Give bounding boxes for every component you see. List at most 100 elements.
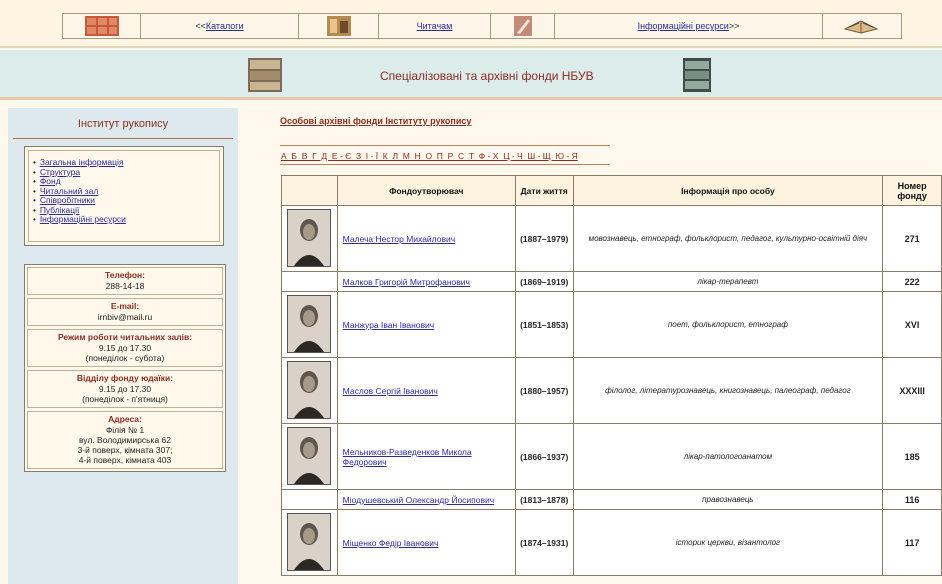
catalogs-label: Каталоги — [205, 21, 244, 31]
info-resources-label: Інформаційні ресурси — [637, 21, 729, 31]
address-line: Філія № 1 — [105, 425, 145, 435]
photo-cell — [281, 357, 338, 424]
judaica-hours-days: (понеділок - п'ятниця) — [82, 394, 168, 404]
alphabet-links[interactable]: А Б В Г Д Е - Є З І - Ї К Л М Н О П Р С … — [281, 151, 578, 161]
portrait-photo — [287, 209, 332, 267]
dates-cell: (1851–1853) — [514, 291, 574, 358]
info-cell: історик церкви, візантолог — [572, 509, 884, 576]
contact-email-heading: E-mail: — [110, 301, 140, 311]
founder-link[interactable]: Міодушевський Олександр Йосипович — [343, 495, 495, 505]
founder-link[interactable]: Малеча Нестор Михайлович — [343, 234, 456, 244]
info-resources-suffix: >> — [728, 21, 740, 31]
portrait-photo — [287, 513, 332, 571]
catalogs-nav-link[interactable]: << Каталоги — [141, 14, 299, 38]
founder-link[interactable]: Малков Григорій Митрофанович — [343, 277, 470, 287]
col-dates-header: Дати життя — [514, 175, 574, 206]
reading-hours-heading: Режим роботи читальних залів: — [57, 332, 193, 342]
menu-item-info-resources[interactable]: Інформаційні ресурси — [33, 214, 126, 225]
address-heading: Адреса: — [108, 414, 142, 424]
sidebar-title: Інститут рукопису — [77, 118, 169, 130]
fond-number-cell: 117 — [882, 509, 942, 576]
fond-number-cell: 222 — [882, 271, 942, 292]
portrait-photo — [287, 427, 332, 485]
top-bar: << Каталоги Читачам Інформаційні ресурси… — [0, 0, 942, 48]
dates-cell: (1869–1919) — [514, 271, 574, 292]
info-cell: правознавець — [572, 489, 884, 510]
library-shelves-icon — [248, 58, 282, 92]
col-founder-header: Фондоутворювач — [336, 175, 516, 206]
photo-cell — [281, 271, 338, 292]
contact-phone-heading: Телефон: — [105, 270, 145, 280]
dates-cell: (1813–1878) — [514, 489, 574, 510]
table-row: Міодушевський Олександр Йосипович (1813–1… — [281, 489, 942, 510]
contact-judaica-hours: Відділу фонду юдаїки: 9.15 до 17.30 (пон… — [27, 370, 223, 408]
portrait-photo — [287, 295, 332, 353]
contact-email: E-mail: irnbiv@mail.ru — [27, 298, 223, 326]
table-row: Малков Григорій Митрофанович (1869–1919) л… — [281, 271, 942, 292]
judaica-hours-time: 9.15 до 17.30 — [98, 384, 152, 394]
founder-link[interactable]: Маслов Сергій Іванович — [343, 386, 438, 396]
founder-cell: Маслов Сергій Іванович — [336, 357, 516, 424]
contact-reading-hours: Режим роботи читальних залів: 9.15 до 17… — [27, 329, 223, 367]
open-book-icon[interactable] — [823, 14, 901, 38]
info-cell: філолог, літературознавець, книгознавець… — [572, 357, 884, 424]
sidebar-divider — [13, 138, 233, 139]
founder-cell: Малков Григорій Митрофанович — [336, 271, 516, 292]
address-line: 3-й поверх, кімната 307; — [77, 445, 173, 455]
col-info-header: Інформація про особу — [572, 175, 884, 206]
sidebar-menu: Загальна інформація Структура Фонд Читал… — [24, 146, 224, 246]
dates-cell: (1874–1931) — [514, 509, 574, 576]
banner-title: Спеціалізовані та архівні фонди НБУВ — [380, 69, 594, 83]
founder-link[interactable]: Міщенко Федір Іванович — [343, 538, 439, 548]
alphabet-index: А Б В Г Д Е - Є З І - Ї К Л М Н О П Р С … — [280, 145, 610, 165]
info-cell: поет, фольклорист, етнограф — [572, 291, 884, 358]
reading-hours-time: 9.15 до 17.30 — [98, 343, 152, 353]
banner: Спеціалізовані та архівні фонди НБУВ — [0, 50, 942, 100]
top-navigation: << Каталоги Читачам Інформаційні ресурси… — [62, 13, 902, 39]
info-cell: лікар-терапевт — [572, 271, 884, 292]
photo-cell — [281, 291, 338, 358]
table-row: Малеча Нестор Михайлович (1887–1979) мовоз… — [281, 205, 942, 272]
photo-cell — [281, 509, 338, 576]
dates-cell: (1866–1937) — [514, 423, 574, 490]
readers-icon[interactable] — [299, 14, 379, 38]
fond-number-cell: 185 — [882, 423, 942, 490]
founder-cell: Мельников-Разведенков Микола Федорович — [336, 423, 516, 490]
founder-link[interactable]: Манжура Іван Іванович — [343, 320, 435, 330]
catalogs-prefix: << — [195, 21, 206, 31]
info-resources-nav-link[interactable]: Інформаційні ресурси >> — [555, 14, 823, 38]
photo-cell — [281, 489, 338, 510]
info-cell: лікар-патологоанатом — [572, 423, 884, 490]
manuscript-icon[interactable] — [491, 14, 555, 38]
fond-number-cell: XVI — [882, 291, 942, 358]
archive-shelves-icon — [683, 58, 711, 92]
table-row: Мельников-Разведенков Микола Федорович (1… — [281, 423, 942, 490]
col-photo-header — [281, 175, 338, 206]
contact-email-value: irnbiv@mail.ru — [97, 312, 153, 322]
catalog-cabinet-icon — [84, 16, 119, 36]
photo-cell — [281, 423, 338, 490]
fond-number-cell: 116 — [882, 489, 942, 510]
table-row: Маслов Сергій Іванович (1880–1957) філолог… — [281, 357, 942, 424]
founder-cell: Малеча Нестор Михайлович — [336, 205, 516, 272]
fond-number-cell: 271 — [882, 205, 942, 272]
table-header: Фондоутворювач Дати життя Інформація про… — [281, 175, 942, 206]
dates-cell: (1887–1979) — [514, 205, 574, 272]
info-cell: мовознавець, етнограф, фольклорист, педа… — [572, 205, 884, 272]
founder-link[interactable]: Мельников-Разведенков Микола Федорович — [343, 447, 472, 467]
table-row: Міщенко Федір Іванович (1874–1931) історик… — [281, 509, 942, 576]
dates-cell: (1880–1957) — [514, 357, 574, 424]
contact-phone: Телефон: 288-14-18 — [27, 267, 223, 295]
readers-nav-link[interactable]: Читачам — [379, 14, 491, 38]
fonds-table: Фондоутворювач Дати життя Інформація про… — [281, 175, 942, 576]
photo-cell — [281, 205, 338, 272]
founder-cell: Міщенко Федір Іванович — [336, 509, 516, 576]
founder-cell: Манжура Іван Іванович — [336, 291, 516, 358]
menu-list: Загальна інформація Структура Фонд Читал… — [33, 157, 126, 225]
catalog-cabinet-icon[interactable] — [63, 14, 141, 38]
contact-phone-value: 288-14-18 — [105, 281, 145, 291]
archival-fonds-link[interactable]: Особові архівні фонди Інституту рукопису — [280, 116, 471, 126]
contacts-panel: Телефон: 288-14-18 E-mail: irnbiv@mail.r… — [24, 264, 226, 472]
readers-label: Читачам — [416, 21, 453, 31]
sidebar: Інститут рукопису Загальна інформація Ст… — [8, 108, 238, 584]
